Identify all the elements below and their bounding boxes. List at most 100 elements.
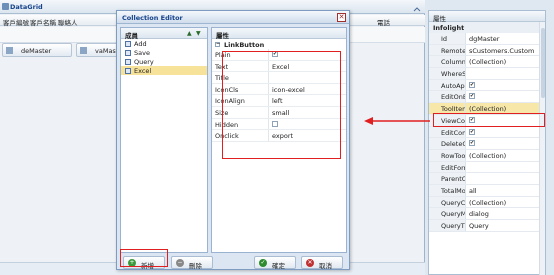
- ok-button[interactable]: ✓ 確定: [254, 256, 296, 270]
- property-value-cell[interactable]: ✔: [465, 79, 545, 91]
- property-value-cell[interactable]: [465, 161, 545, 173]
- member-item[interactable]: Query: [121, 57, 207, 66]
- cancel-label: 取消: [319, 262, 332, 270]
- property-row[interactable]: Id dgMaster: [429, 33, 545, 45]
- property-row[interactable]: AutoApply ✔: [429, 79, 545, 92]
- property-value-cell[interactable]: ✔: [465, 126, 545, 138]
- property-value-cell[interactable]: ✔: [465, 91, 545, 103]
- delete-label: 刪除: [189, 262, 202, 270]
- property-name: RemoteName: [429, 44, 465, 56]
- ok-label: 確定: [272, 262, 285, 270]
- delete-button[interactable]: − 刪除: [171, 256, 213, 270]
- property-row[interactable]: RowToolItems (Collection): [429, 149, 545, 162]
- close-icon[interactable]: ✕: [337, 13, 346, 22]
- members-header: 成員 ▲ ▼: [121, 28, 207, 40]
- member-label: Add: [134, 40, 147, 48]
- component-icon: [80, 47, 87, 54]
- checkbox[interactable]: ✔: [469, 81, 475, 88]
- cancel-icon: ✕: [306, 259, 314, 267]
- property-grid: 屬性 Infolight Id dgMaster RemoteName sCustom…: [428, 10, 546, 275]
- property-row[interactable]: EditForm: [429, 161, 545, 174]
- property-name: EditCommandVisi: [429, 126, 465, 138]
- component-icon: [6, 47, 13, 54]
- property-row[interactable]: QueryTitle Query: [429, 220, 545, 232]
- dialog-title: Collection Editor: [117, 11, 349, 24]
- property-name: RowToolItems: [429, 149, 465, 161]
- property-row[interactable]: QueryMode dialog: [429, 208, 545, 220]
- minus-icon: −: [176, 259, 184, 267]
- pointer-arrow-icon: [364, 117, 430, 125]
- collapse-icon[interactable]: [413, 7, 421, 13]
- property-grid-header: 屬性: [429, 11, 545, 23]
- property-row[interactable]: EditCommandVisi ✔: [429, 126, 545, 139]
- property-value[interactable]: all: [469, 187, 477, 195]
- property-value-cell[interactable]: sCustomers.Custom: [465, 44, 545, 56]
- property-name: EditForm: [429, 161, 465, 173]
- vamaster-component[interactable]: vaMaster: [76, 43, 125, 57]
- member-item[interactable]: Add: [121, 39, 207, 48]
- property-value-cell[interactable]: (Collection): [465, 149, 545, 161]
- property-name: Columns: [429, 56, 465, 68]
- property-name: EditOnEnter: [429, 91, 465, 103]
- property-row[interactable]: ParentObject: [429, 173, 545, 185]
- column-header[interactable]: 聯絡人: [58, 17, 78, 27]
- highlight-box-toolitems: [433, 113, 545, 127]
- property-name: ParentObject: [429, 173, 465, 184]
- property-row[interactable]: QueryColumns (Collection): [429, 196, 545, 209]
- property-rows: IddgMasterRemoteNamesCustomers.CustomCol…: [429, 33, 545, 232]
- datagrid-title: DataGrid: [10, 3, 43, 11]
- member-icon: [125, 59, 131, 65]
- property-value-cell[interactable]: [465, 68, 545, 79]
- members-list: Add Save Query Excel: [121, 39, 207, 75]
- property-value-cell[interactable]: all: [465, 184, 545, 196]
- property-value-cell[interactable]: ✔: [465, 138, 545, 149]
- checkbox[interactable]: ✔: [469, 140, 475, 147]
- column-header[interactable]: 電話: [377, 17, 390, 27]
- property-name: DeleteCommandVi: [429, 138, 465, 149]
- property-row[interactable]: WhereStr: [429, 68, 545, 80]
- property-name: QueryTitle: [429, 220, 465, 231]
- property-row[interactable]: DeleteCommandVi ✔: [429, 138, 545, 150]
- property-row[interactable]: EditOnEnter ✔: [429, 91, 545, 104]
- column-header[interactable]: 客戶名稱: [30, 17, 56, 27]
- member-item[interactable]: Excel: [121, 66, 207, 75]
- property-value-cell[interactable]: (Collection): [465, 196, 545, 208]
- property-grid-scrollbar[interactable]: [539, 22, 545, 275]
- cancel-button[interactable]: ✕ 取消: [301, 256, 343, 270]
- properties-category[interactable]: − LinkButton: [212, 39, 346, 49]
- property-row[interactable]: Columns (Collection): [429, 56, 545, 69]
- property-value[interactable]: dgMaster: [469, 35, 499, 43]
- property-category[interactable]: Infolight: [429, 22, 545, 33]
- property-row[interactable]: RemoteName sCustomers.Custom: [429, 44, 545, 57]
- move-up-icon[interactable]: ▲: [187, 30, 192, 37]
- property-value[interactable]: (Collection): [469, 199, 506, 207]
- property-name: QueryColumns: [429, 196, 465, 208]
- scrollbar-thumb[interactable]: [541, 28, 545, 98]
- property-value[interactable]: sCustomers.Custom: [469, 47, 534, 55]
- property-value-cell[interactable]: Query: [465, 220, 545, 231]
- member-item[interactable]: Save: [121, 48, 207, 57]
- collection-editor-dialog: Collection Editor ✕ 成員 ▲ ▼ Add Save Query E…: [116, 10, 350, 270]
- checkbox[interactable]: ✔: [469, 128, 475, 135]
- property-value-cell[interactable]: dgMaster: [465, 33, 545, 44]
- checkbox[interactable]: ✔: [469, 93, 475, 100]
- highlight-box-add: [120, 249, 168, 267]
- highlight-box-properties: [222, 51, 341, 159]
- property-name: TotalMode: [429, 184, 465, 196]
- property-value[interactable]: (Collection): [469, 58, 506, 66]
- move-down-icon[interactable]: ▼: [196, 30, 201, 37]
- property-value[interactable]: Query: [469, 222, 489, 230]
- collapse-icon[interactable]: −: [215, 42, 220, 47]
- members-panel: 成員 ▲ ▼ Add Save Query Excel: [120, 27, 208, 253]
- property-value[interactable]: dialog: [469, 210, 489, 218]
- property-name: QueryMode: [429, 208, 465, 219]
- property-value[interactable]: (Collection): [469, 152, 506, 160]
- property-value[interactable]: (Collection): [469, 105, 506, 113]
- member-icon: [125, 68, 131, 74]
- column-header[interactable]: 客戶編號: [3, 17, 29, 27]
- property-row[interactable]: TotalMode all: [429, 184, 545, 197]
- property-value-cell[interactable]: dialog: [465, 208, 545, 219]
- demaster-component[interactable]: deMaster: [2, 43, 72, 57]
- property-value-cell[interactable]: [465, 173, 545, 184]
- property-value-cell[interactable]: (Collection): [465, 56, 545, 68]
